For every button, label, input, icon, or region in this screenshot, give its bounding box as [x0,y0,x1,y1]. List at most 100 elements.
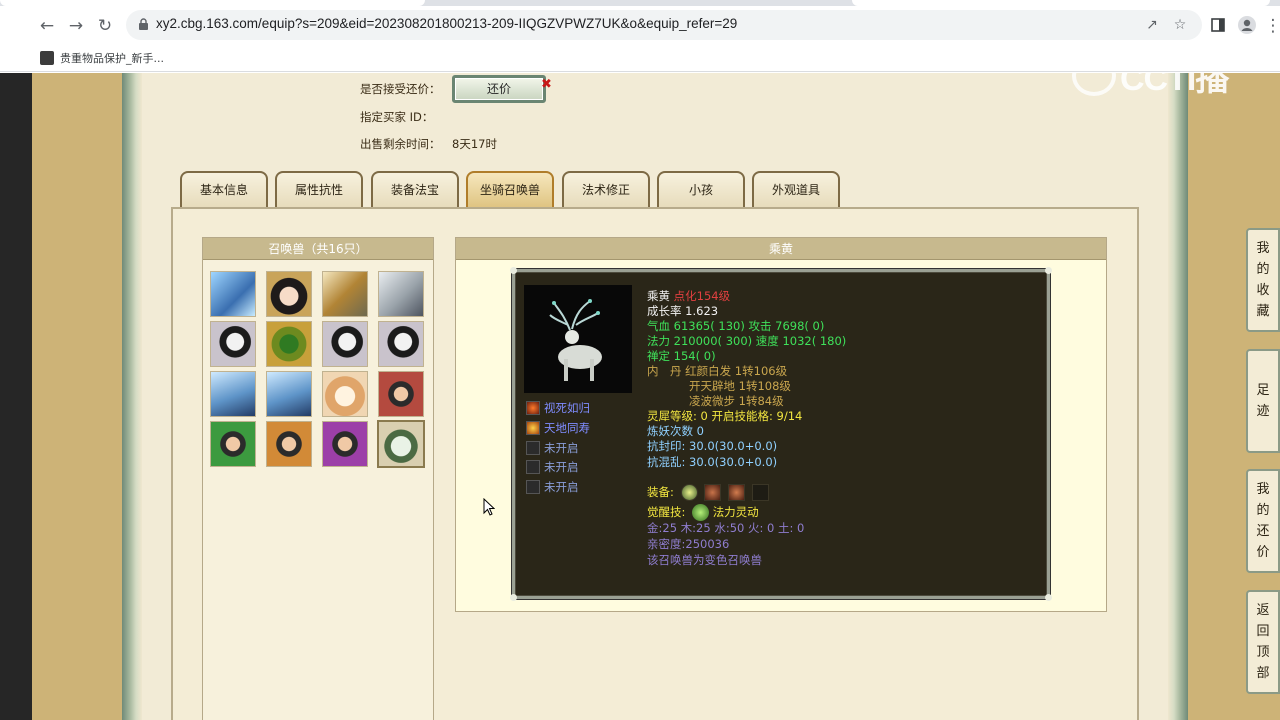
reload-icon[interactable]: ↻ [94,15,116,37]
hp-value: 61365( 130) [673,319,745,333]
pet-detail-title: 乘黄 [456,238,1106,260]
float-char: 顶 [1256,644,1270,660]
tab-children[interactable]: 小孩 [657,171,745,207]
browser-toolbar: ← → ↻ xy2.cbg.163.com/equip?s=209&eid=20… [0,6,1280,44]
my-counter-offers-button[interactable]: 我 的 还 价 [1246,469,1280,573]
skill-label: 未开启 [544,480,579,494]
tab-mounts-pets[interactable]: 坐骑召唤兽 [466,171,554,207]
float-char: 还 [1256,523,1270,539]
pet-slot-selected[interactable] [377,420,425,468]
share-icon[interactable]: ↗ [1144,17,1160,33]
hp-atk-line: 气血 61365( 130) 攻击 7698( 0) [647,319,824,334]
pet-slot[interactable] [378,271,424,317]
remaining-time-value: 8天17时 [452,137,497,151]
parchment-background-left [32,73,122,720]
close-icon[interactable]: ✖ [541,77,552,92]
spd-label: 速度 [755,334,779,348]
pet-name: 乘黄 [647,289,670,303]
bookmark-item[interactable]: 贵重物品保护_新手... [40,50,164,66]
address-bar[interactable]: xy2.cbg.163.com/equip?s=209&eid=20230820… [126,10,1202,40]
float-char: 足 [1256,382,1270,398]
url-text[interactable]: xy2.cbg.163.com/equip?s=209&eid=20230820… [156,16,737,31]
atk-value: 7698( 0) [775,319,825,333]
mp-label: 法力 [647,334,670,348]
bookmark-star-icon[interactable]: ☆ [1172,17,1188,33]
tab-equipment[interactable]: 装备法宝 [371,171,459,207]
pet-slot[interactable] [266,371,312,417]
forward-icon[interactable]: → [65,15,87,37]
skill-item[interactable]: 天地同寿 [526,420,590,436]
spd-value: 1032( 180) [782,334,847,348]
back-to-top-button[interactable]: 返 回 顶 部 [1246,590,1280,694]
page-viewport: CCTI播 是否接受还价： 还价 ✖ 指定买家 ID： 出售剩余时间： 8天17… [0,73,1280,720]
counter-offer-button[interactable]: 还价 [452,75,546,103]
equipment-label: 装备: [647,485,674,499]
pet-slot[interactable] [266,321,312,367]
hp-label: 气血 [647,319,670,333]
locked-slot-icon [526,480,540,494]
awaken-skill-icon[interactable] [692,504,710,521]
pet-slot[interactable] [210,271,256,317]
chanding-label: 禅定 [647,349,670,363]
bookmark-label: 贵重物品保护_新手... [60,52,164,65]
float-char: 收 [1256,282,1270,298]
skill-item-locked[interactable]: 未开启 [526,459,579,475]
tab-basic-info[interactable]: 基本信息 [180,171,268,207]
float-char: 部 [1256,665,1270,681]
pet-slot[interactable] [322,271,368,317]
float-char: 的 [1256,502,1270,518]
frame-border-left [122,73,142,720]
pet-slot[interactable] [210,421,256,467]
bookmark-favicon-icon [40,51,54,65]
tab-attributes[interactable]: 属性抗性 [275,171,363,207]
skill-icon [526,401,540,415]
equip-slot-icon[interactable] [727,484,745,501]
pet-slot[interactable] [378,321,424,367]
lianyao-count: 炼妖次数 0 [647,424,704,438]
pet-slot[interactable] [322,321,368,367]
pet-slot[interactable] [378,371,424,417]
tab-spell-modifiers[interactable]: 法术修正 [562,171,650,207]
browser-menu-icon[interactable]: ⋮ [1262,15,1280,37]
equip-slot-icon[interactable] [704,484,722,501]
profile-avatar-icon[interactable] [1238,16,1256,34]
left-gutter [0,73,32,720]
skill-item-locked[interactable]: 未开启 [526,479,579,495]
equip-slot-icon[interactable] [751,484,769,501]
skill-item-locked[interactable]: 未开启 [526,440,579,456]
back-icon[interactable]: ← [36,15,58,37]
skill-icon [526,421,540,435]
pet-growth: 成长率 1.623 [647,304,719,318]
pet-list-title: 召唤兽（共16只） [203,238,433,260]
float-char: 我 [1256,240,1270,256]
pet-slot[interactable] [210,321,256,367]
lock-icon [139,18,148,30]
variant-note: 该召唤兽为变色召唤兽 [647,553,762,567]
footprints-button[interactable]: 足 迹 [1246,349,1280,453]
pet-slot[interactable] [322,421,368,467]
watermark-text: CCTI播 [1120,73,1229,98]
neidan-item: 开天辟地 1转108级 [689,379,791,393]
pet-slot[interactable] [266,271,312,317]
neidan-item: 凌波微步 1转84级 [689,394,784,408]
bookmarks-bar: 贵重物品保护_新手... [0,44,1280,72]
pet-slot[interactable] [210,371,256,417]
skill-label: 未开启 [544,460,579,474]
float-char: 我 [1256,481,1270,497]
chanding-line: 禅定 154( 0) [647,349,716,364]
equip-slot-icon[interactable] [680,484,698,501]
pet-name-line: 乘黄 点化154级 [647,289,730,304]
side-panel-icon[interactable] [1210,17,1226,33]
pet-slot[interactable] [322,371,368,417]
locked-slot-icon [526,441,540,455]
pet-slot[interactable] [266,421,312,467]
skill-item[interactable]: 视死如归 [526,400,590,416]
tab-appearance[interactable]: 外观道具 [752,171,840,207]
pet-portrait [524,285,632,393]
my-favorites-button[interactable]: 我 的 收 藏 [1246,228,1280,332]
frame-border-right [1168,73,1188,720]
resist-chaos: 抗混乱: 30.0(30.0+0.0) [647,455,778,469]
equipment-line: 装备: [647,484,769,501]
float-char: 回 [1256,623,1270,639]
chanding-value: 154( 0) [673,349,716,363]
